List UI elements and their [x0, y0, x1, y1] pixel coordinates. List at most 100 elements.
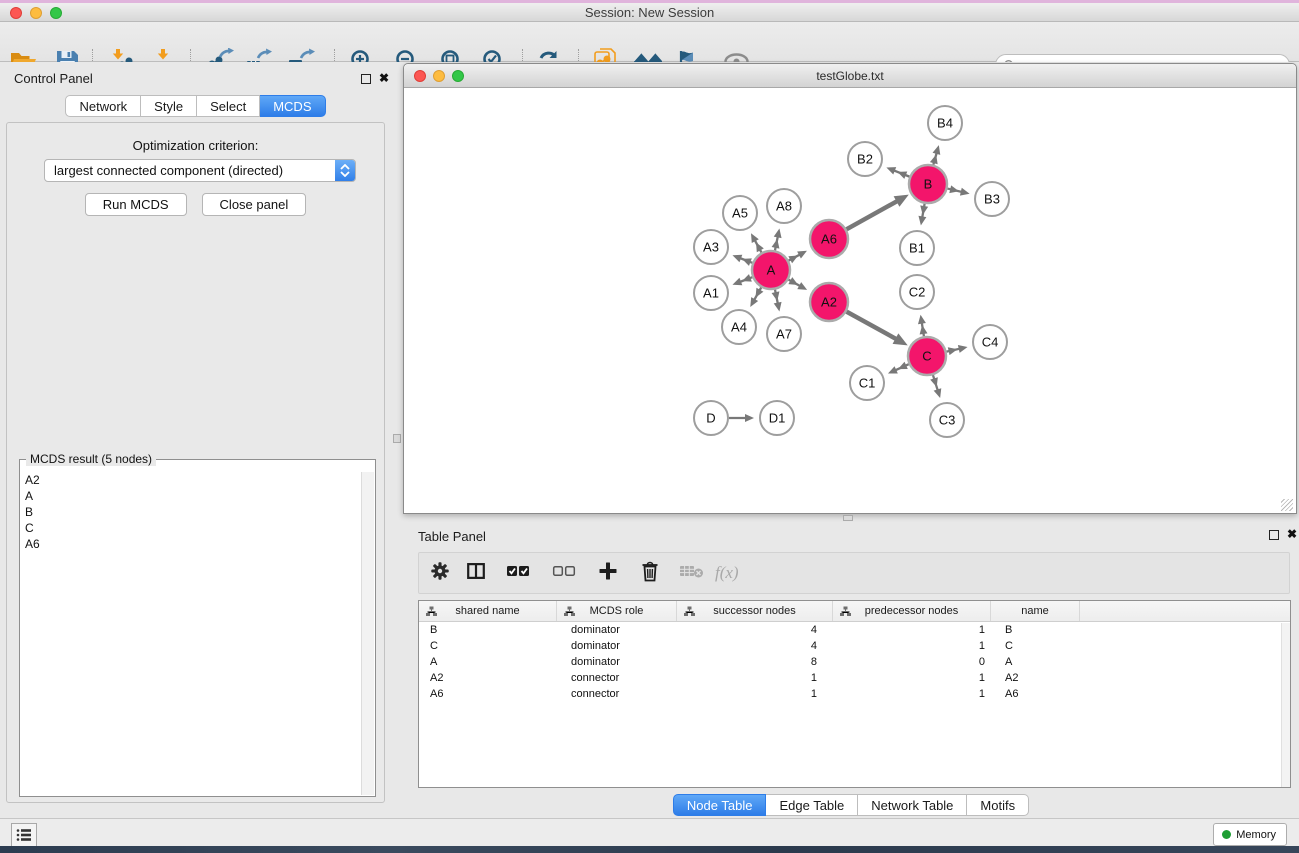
splitter-handle[interactable]: [393, 434, 401, 443]
add-row-button[interactable]: [593, 556, 623, 590]
tab-edge-table[interactable]: Edge Table: [766, 794, 858, 816]
cell[interactable]: dominator: [557, 654, 677, 670]
edge-A-A7[interactable]: [772, 290, 782, 312]
node-A6[interactable]: A6: [810, 220, 848, 258]
result-item-B[interactable]: B: [21, 504, 361, 520]
node-B1[interactable]: B1: [900, 231, 934, 265]
cell[interactable]: 1: [677, 670, 833, 686]
cell[interactable]: 1: [833, 686, 991, 702]
cell[interactable]: A6: [991, 686, 1080, 702]
result-scrollbar[interactable]: [361, 472, 374, 795]
node-B2[interactable]: B2: [848, 142, 882, 176]
node-A1[interactable]: A1: [694, 276, 728, 310]
edge-A-A4[interactable]: [750, 287, 763, 307]
select-all-rows-button[interactable]: [503, 556, 533, 590]
node-D[interactable]: D: [694, 401, 728, 435]
result-item-A2[interactable]: A2: [21, 472, 361, 488]
close-window-button[interactable]: [10, 7, 22, 19]
result-item-C[interactable]: C: [21, 520, 361, 536]
edge-C-C1[interactable]: [888, 362, 909, 374]
table-row-A2[interactable]: A2connector11A2: [419, 670, 1290, 686]
close-table-panel-icon[interactable]: ✖: [1287, 527, 1297, 541]
edge-C-C2[interactable]: [918, 315, 928, 337]
function-builder-button[interactable]: f(x): [715, 563, 739, 583]
column-header-shared-name[interactable]: shared name: [419, 601, 557, 621]
edge-A-A1[interactable]: [732, 274, 752, 285]
node-B[interactable]: B: [909, 165, 947, 203]
edge-A-A6[interactable]: [788, 251, 807, 263]
panel-splitter[interactable]: [391, 62, 403, 818]
network-minimize-button[interactable]: [433, 70, 445, 82]
cell[interactable]: B: [991, 622, 1080, 638]
edge-A-A8[interactable]: [772, 229, 782, 251]
close-panel-button[interactable]: Close panel: [202, 193, 307, 216]
edge-A2-C[interactable]: [847, 312, 908, 346]
cell[interactable]: 1: [833, 638, 991, 654]
cell[interactable]: A: [419, 654, 557, 670]
cell[interactable]: dominator: [557, 638, 677, 654]
tab-style[interactable]: Style: [141, 95, 197, 117]
delete-row-button[interactable]: [635, 556, 665, 590]
app-titlebar[interactable]: Session: New Session: [0, 3, 1299, 22]
node-A4[interactable]: A4: [722, 310, 756, 344]
cell[interactable]: 1: [833, 670, 991, 686]
node-C[interactable]: C: [908, 337, 946, 375]
task-history-button[interactable]: [11, 823, 37, 847]
edge-A-A2[interactable]: [788, 277, 807, 290]
cell[interactable]: connector: [557, 686, 677, 702]
edge-D-D1[interactable]: [729, 414, 754, 422]
cell[interactable]: 1: [833, 622, 991, 638]
node-B4[interactable]: B4: [928, 106, 962, 140]
tab-select[interactable]: Select: [197, 95, 260, 117]
node-A2[interactable]: A2: [810, 283, 848, 321]
edge-A-A3[interactable]: [732, 255, 752, 266]
cell[interactable]: A2: [991, 670, 1080, 686]
network-canvas[interactable]: AA1A2A3A4A5A6A7A8BB1B2B3B4CC1C2C3C4DD1: [405, 89, 1295, 513]
memory-button[interactable]: Memory: [1213, 823, 1287, 846]
close-panel-icon[interactable]: ✖: [379, 71, 389, 85]
node-C2[interactable]: C2: [900, 275, 934, 309]
network-close-button[interactable]: [414, 70, 426, 82]
column-header-successor-nodes[interactable]: successor nodes: [677, 601, 833, 621]
network-zoom-button[interactable]: [452, 70, 464, 82]
column-header-predecessor-nodes[interactable]: predecessor nodes: [833, 601, 991, 621]
edge-B-B4[interactable]: [930, 145, 940, 165]
node-A5[interactable]: A5: [723, 196, 757, 230]
show-columns-button[interactable]: [461, 556, 491, 590]
result-item-A6[interactable]: A6: [21, 536, 361, 552]
table-row-A[interactable]: Adominator80A: [419, 654, 1290, 670]
tab-motifs[interactable]: Motifs: [967, 794, 1029, 816]
node-B3[interactable]: B3: [975, 182, 1009, 216]
float-panel-icon[interactable]: [361, 74, 371, 84]
cell[interactable]: B: [419, 622, 557, 638]
result-item-A[interactable]: A: [21, 488, 361, 504]
cell[interactable]: A: [991, 654, 1080, 670]
cell[interactable]: C: [991, 638, 1080, 654]
cell[interactable]: 4: [677, 638, 833, 654]
table-scrollbar[interactable]: [1281, 623, 1290, 787]
network-window-titlebar[interactable]: testGlobe.txt: [404, 64, 1296, 88]
edge-C-C3[interactable]: [930, 375, 941, 398]
window-resize-grip[interactable]: [1281, 499, 1293, 511]
minimize-window-button[interactable]: [30, 7, 42, 19]
run-mcds-button[interactable]: Run MCDS: [85, 193, 187, 216]
edge-B-B2[interactable]: [886, 167, 909, 179]
deselect-all-rows-button[interactable]: [549, 556, 579, 590]
cell[interactable]: 1: [677, 686, 833, 702]
tab-network-table[interactable]: Network Table: [858, 794, 967, 816]
tab-mcds[interactable]: MCDS: [260, 95, 325, 117]
cell[interactable]: A6: [419, 686, 557, 702]
table-row-C[interactable]: Cdominator41C: [419, 638, 1290, 654]
cell[interactable]: A2: [419, 670, 557, 686]
cell[interactable]: C: [419, 638, 557, 654]
edge-A-A5[interactable]: [751, 233, 764, 252]
node-C4[interactable]: C4: [973, 325, 1007, 359]
edge-A6-B[interactable]: [846, 195, 908, 230]
node-C3[interactable]: C3: [930, 403, 964, 437]
network-graph[interactable]: AA1A2A3A4A5A6A7A8BB1B2B3B4CC1C2C3C4DD1: [405, 89, 1295, 513]
network-window[interactable]: testGlobe.txt AA1A2A3A4A5A6A7A8BB1B2B3B4…: [403, 63, 1297, 514]
criterion-dropdown[interactable]: largest connected component (directed): [44, 159, 356, 182]
node-A3[interactable]: A3: [694, 230, 728, 264]
cell[interactable]: dominator: [557, 622, 677, 638]
cell[interactable]: 4: [677, 622, 833, 638]
